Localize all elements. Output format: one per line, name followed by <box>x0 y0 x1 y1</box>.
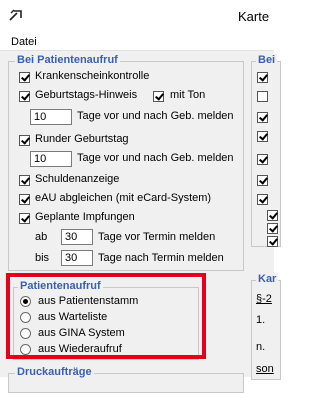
label-krankenscheinkontrolle: Krankenscheinkontrolle <box>35 70 150 82</box>
label-runder-days: Tage vor und nach Geb. melden <box>77 152 234 164</box>
right-text-2: 1. <box>256 314 266 326</box>
label-bis: bis <box>35 252 50 264</box>
highlight-annotation <box>6 273 206 359</box>
checkbox-right-3[interactable] <box>257 112 268 123</box>
menu-bar: Datei <box>0 34 274 51</box>
checkbox-right-1[interactable] <box>257 72 268 83</box>
checkbox-geburtstags-hinweis[interactable] <box>19 91 30 102</box>
right-text-1: §-2 <box>256 293 272 305</box>
checkbox-runder-geburtstag[interactable] <box>19 135 30 146</box>
label-eau-abgleichen: eAU abgleichen (mit eCard-System) <box>35 192 212 204</box>
checkbox-right-7[interactable] <box>257 194 268 205</box>
label-geplante-impfungen: Geplante Impfungen <box>35 211 135 223</box>
label-ab-text: Tage vor Termin melden <box>98 231 216 243</box>
checkbox-right-6[interactable] <box>257 175 268 186</box>
window-title: Karte <box>238 9 270 24</box>
checkbox-right-10[interactable] <box>267 236 278 247</box>
right-text-4: son <box>256 363 274 375</box>
label-runder-geburtstag: Runder Geburtstag <box>35 133 129 145</box>
menu-datei[interactable]: Datei <box>11 36 37 48</box>
checkbox-right-8[interactable] <box>267 210 278 221</box>
input-runder-days[interactable]: 10 <box>30 151 72 167</box>
right-text-3: n. <box>256 341 266 353</box>
checkbox-right-2[interactable] <box>257 91 268 102</box>
input-geburtstag-days[interactable]: 10 <box>30 109 72 125</box>
karte-app-icon <box>9 9 22 21</box>
checkbox-mit-ton[interactable] <box>153 91 164 102</box>
label-mit-ton: mit Ton <box>170 89 206 101</box>
group-bei-patientenaufruf: Bei Patientenaufruf Krankenscheinkontrol… <box>8 54 244 271</box>
checkbox-right-4[interactable] <box>257 131 268 142</box>
group-right-kar: Kar §-2 1. n. son <box>251 273 281 380</box>
checkbox-right-9[interactable] <box>267 223 278 234</box>
checkbox-schuldenanzeige[interactable] <box>19 175 30 186</box>
label-geburtstags-hinweis: Geburtstags-Hinweis <box>35 89 138 101</box>
label-schuldenanzeige: Schuldenanzeige <box>35 173 120 185</box>
group-title-right-bei: Bei <box>256 54 278 66</box>
input-bis-days[interactable]: 30 <box>61 250 93 266</box>
group-title-right-kar: Kar <box>256 273 279 285</box>
group-druckauftraege: Druckaufträge <box>8 366 244 393</box>
title-bar: Karte <box>0 0 274 34</box>
group-right-bei: Bei <box>251 54 281 247</box>
group-title-druckauftraege: Druckaufträge <box>15 366 94 378</box>
input-ab-days[interactable]: 30 <box>61 229 93 245</box>
label-ab: ab <box>35 231 48 243</box>
group-title: Bei Patientenaufruf <box>15 54 120 66</box>
checkbox-geplante-impfungen[interactable] <box>19 213 30 224</box>
checkbox-eau-abgleichen[interactable] <box>19 194 30 205</box>
checkbox-krankenscheinkontrolle[interactable] <box>19 72 30 83</box>
label-geburtstag-days: Tage vor und nach Geb. melden <box>77 110 234 122</box>
checkbox-right-5[interactable] <box>257 154 268 165</box>
label-bis-text: Tage nach Termin melden <box>98 252 224 264</box>
